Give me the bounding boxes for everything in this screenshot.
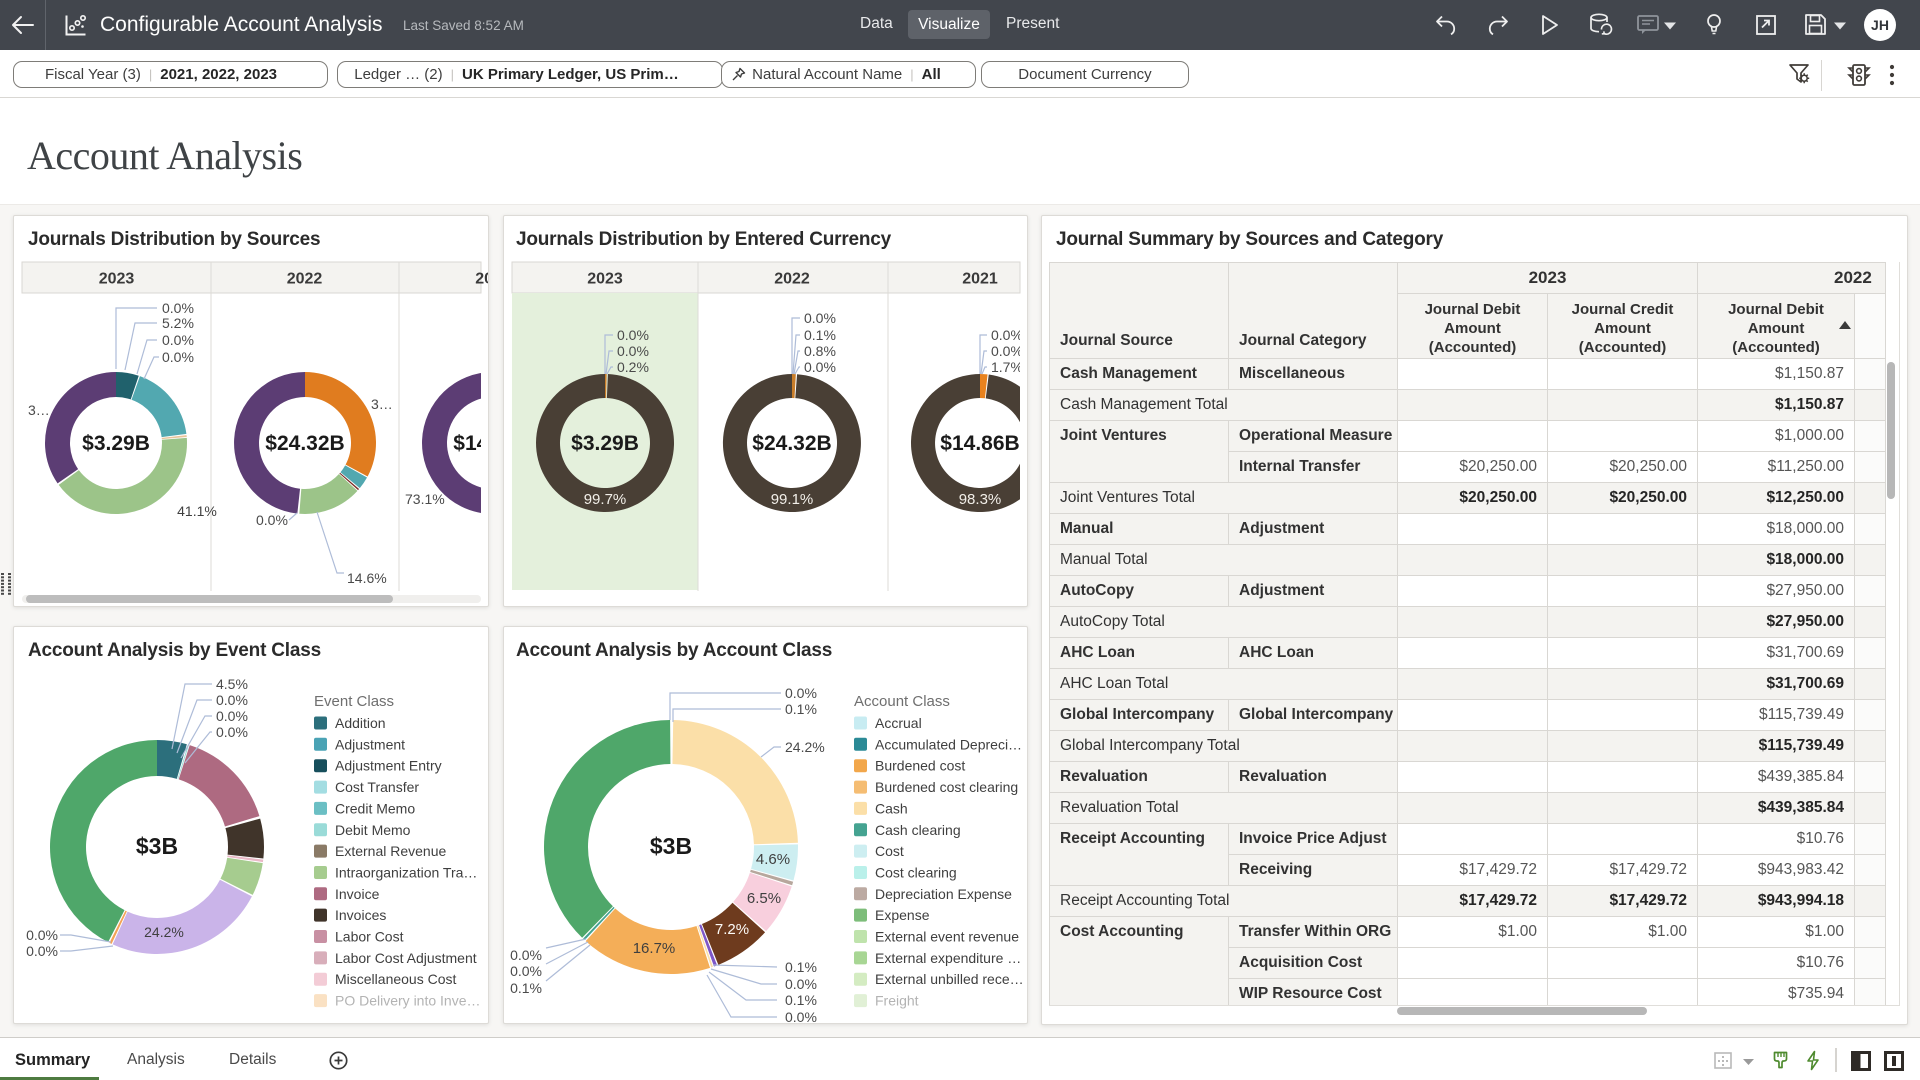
svg-text:2023: 2023 bbox=[587, 271, 623, 288]
svg-text:0.0%: 0.0% bbox=[216, 692, 248, 708]
svg-text:0.0%: 0.0% bbox=[617, 343, 649, 359]
svg-text:0.1%: 0.1% bbox=[785, 701, 817, 717]
svg-text:$3B: $3B bbox=[650, 833, 692, 859]
svg-text:0.2%: 0.2% bbox=[617, 359, 649, 375]
svg-text:0.8%: 0.8% bbox=[804, 343, 836, 359]
svg-text:Invoice: Invoice bbox=[335, 886, 380, 902]
svg-text:16.7%: 16.7% bbox=[633, 940, 676, 957]
svg-text:4.5%: 4.5% bbox=[216, 676, 248, 692]
svg-text:7.2%: 7.2% bbox=[715, 921, 749, 938]
svg-text:4.6%: 4.6% bbox=[756, 851, 790, 868]
svg-text:0.0%: 0.0% bbox=[804, 359, 836, 375]
svg-text:Cash clearing: Cash clearing bbox=[875, 822, 961, 838]
svg-text:Credit Memo: Credit Memo bbox=[335, 800, 415, 816]
svg-text:Freight: Freight bbox=[875, 993, 919, 1009]
svg-text:Cost Transfer: Cost Transfer bbox=[335, 779, 419, 795]
svg-text:Depreciation Expense: Depreciation Expense bbox=[875, 886, 1012, 902]
svg-text:$14.86B: $14.86B bbox=[940, 432, 1019, 455]
svg-text:PO Delivery into Inve…: PO Delivery into Inve… bbox=[335, 993, 481, 1009]
svg-text:Account Class: Account Class bbox=[854, 693, 950, 710]
svg-text:73.1%: 73.1% bbox=[405, 491, 445, 507]
svg-text:$24.32B: $24.32B bbox=[265, 432, 344, 455]
svg-text:98.3%: 98.3% bbox=[959, 491, 1002, 508]
svg-text:0.0%: 0.0% bbox=[804, 310, 836, 326]
svg-text:0.0%: 0.0% bbox=[785, 976, 817, 992]
svg-text:External unbilled rece…: External unbilled rece… bbox=[875, 971, 1024, 987]
svg-text:0.0%: 0.0% bbox=[510, 963, 542, 979]
svg-text:$3.29B: $3.29B bbox=[82, 432, 150, 455]
svg-text:0.0%: 0.0% bbox=[785, 685, 817, 701]
svg-text:Addition: Addition bbox=[335, 715, 386, 731]
svg-text:0.0%: 0.0% bbox=[162, 300, 194, 316]
svg-text:$3B: $3B bbox=[136, 833, 178, 859]
svg-text:$24.32B: $24.32B bbox=[752, 432, 831, 455]
svg-text:Event Class: Event Class bbox=[314, 693, 394, 710]
svg-text:5.2%: 5.2% bbox=[162, 315, 194, 331]
svg-text:0.0%: 0.0% bbox=[162, 332, 194, 348]
svg-text:2022: 2022 bbox=[287, 271, 323, 288]
svg-text:0.0%: 0.0% bbox=[216, 724, 248, 740]
svg-text:Labor Cost Adjustment: Labor Cost Adjustment bbox=[335, 950, 477, 966]
svg-text:2022: 2022 bbox=[774, 271, 810, 288]
svg-text:0.0%: 0.0% bbox=[216, 708, 248, 724]
svg-text:Cost: Cost bbox=[875, 843, 904, 859]
svg-text:Burdened cost clearing: Burdened cost clearing bbox=[875, 779, 1018, 795]
svg-text:0.1%: 0.1% bbox=[510, 980, 542, 996]
svg-text:Cost clearing: Cost clearing bbox=[875, 865, 957, 881]
svg-text:External event revenue: External event revenue bbox=[875, 929, 1019, 945]
svg-text:Debit Memo: Debit Memo bbox=[335, 822, 411, 838]
svg-text:1.7%: 1.7% bbox=[991, 359, 1023, 375]
svg-text:External expenditure …: External expenditure … bbox=[875, 950, 1021, 966]
svg-text:External Revenue: External Revenue bbox=[335, 843, 447, 859]
svg-text:0.0%: 0.0% bbox=[510, 947, 542, 963]
svg-text:Invoices: Invoices bbox=[335, 907, 386, 923]
svg-text:0.0%: 0.0% bbox=[785, 1009, 817, 1023]
svg-text:Expense: Expense bbox=[875, 907, 930, 923]
svg-text:Adjustment Entry: Adjustment Entry bbox=[335, 758, 442, 774]
svg-text:0.0%: 0.0% bbox=[617, 327, 649, 343]
svg-text:0.0%: 0.0% bbox=[26, 943, 58, 959]
svg-text:$3.29B: $3.29B bbox=[571, 432, 639, 455]
svg-text:2021: 2021 bbox=[475, 271, 488, 288]
svg-text:99.7%: 99.7% bbox=[584, 491, 627, 508]
svg-text:3…: 3… bbox=[371, 396, 393, 412]
svg-text:Accumulated Depreci…: Accumulated Depreci… bbox=[875, 736, 1022, 752]
svg-text:24.2%: 24.2% bbox=[144, 924, 184, 940]
svg-text:3…: 3… bbox=[28, 402, 50, 418]
svg-text:0.1%: 0.1% bbox=[804, 327, 836, 343]
svg-text:2023: 2023 bbox=[99, 271, 135, 288]
svg-text:0.0%: 0.0% bbox=[162, 349, 194, 365]
svg-text:14.6%: 14.6% bbox=[347, 570, 387, 586]
svg-text:0.0%: 0.0% bbox=[991, 343, 1023, 359]
svg-text:6.5%: 6.5% bbox=[747, 890, 781, 907]
svg-text:0.0%: 0.0% bbox=[256, 512, 288, 528]
svg-text:Miscellaneous Cost: Miscellaneous Cost bbox=[335, 971, 456, 987]
svg-text:Burdened cost: Burdened cost bbox=[875, 758, 965, 774]
svg-text:99.1%: 99.1% bbox=[771, 491, 814, 508]
svg-text:Cash: Cash bbox=[875, 800, 908, 816]
svg-text:0.0%: 0.0% bbox=[26, 927, 58, 943]
svg-text:Intraorganization Tra…: Intraorganization Tra… bbox=[335, 865, 477, 881]
svg-text:41.1%: 41.1% bbox=[177, 503, 217, 519]
svg-text:24.2%: 24.2% bbox=[785, 739, 825, 755]
svg-text:0.1%: 0.1% bbox=[785, 959, 817, 975]
svg-text:0.0%: 0.0% bbox=[991, 327, 1023, 343]
svg-text:$14.86B: $14.86B bbox=[453, 432, 488, 455]
svg-text:Adjustment: Adjustment bbox=[335, 736, 405, 752]
svg-text:Accrual: Accrual bbox=[875, 715, 922, 731]
svg-text:2021: 2021 bbox=[962, 271, 998, 288]
svg-text:Labor Cost: Labor Cost bbox=[335, 929, 404, 945]
svg-text:0.1%: 0.1% bbox=[785, 992, 817, 1008]
